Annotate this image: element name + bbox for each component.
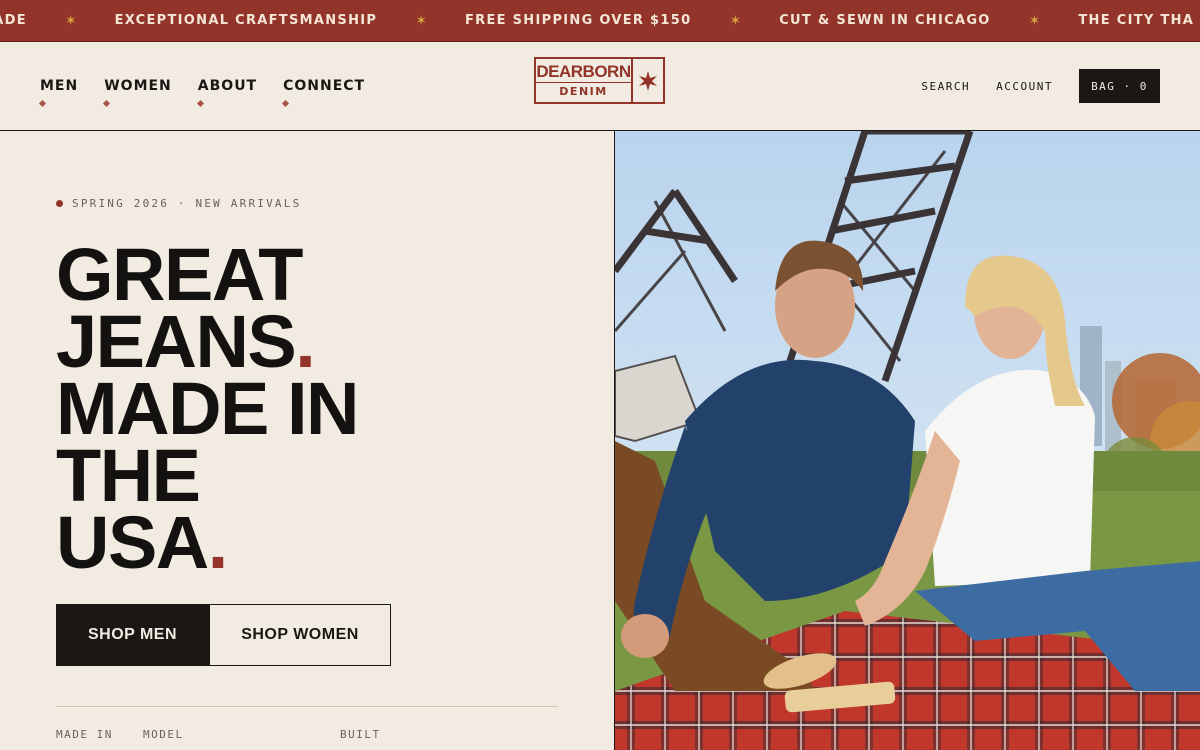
star-icon: ✶ — [415, 12, 427, 28]
hero-content: SPRING 2026 · NEW ARRIVALS GREAT JEANS. … — [0, 131, 614, 750]
bag-button[interactable]: BAG · 0 — [1079, 69, 1160, 103]
logo-word-dearborn: DEARBORN — [536, 62, 631, 83]
dot-icon — [56, 200, 63, 207]
nav-item-about[interactable]: ABOUT — [196, 78, 258, 108]
announcement-item: EXCEPTIONAL CRAFTSMANSHIP — [114, 13, 378, 28]
headline-line: THE — [56, 434, 201, 517]
six-point-star-icon — [633, 57, 665, 104]
headline-line: MADE IN — [56, 367, 359, 450]
logo-word-denim: DENIM — [559, 85, 608, 98]
headline-line: USA. — [56, 501, 228, 584]
nav-item-label: WOMEN — [104, 78, 172, 94]
photo-couple-picnic — [615, 131, 1200, 750]
account-link[interactable]: ACCOUNT — [996, 80, 1053, 93]
diamond-icon — [103, 99, 111, 108]
diamond-icon — [196, 99, 204, 108]
hero-image — [614, 131, 1200, 750]
nav-item-connect[interactable]: CONNECT — [282, 78, 366, 108]
eyebrow-text: SPRING 2026 · NEW ARRIVALS — [72, 197, 302, 210]
stat-label-model: MODEL — [143, 728, 184, 741]
hero-cta-group: SHOP MEN SHOP WOMEN — [56, 604, 391, 666]
announcement-item: CUT & SEWN IN CHICAGO — [779, 13, 991, 28]
announcement-item: MADE — [0, 13, 27, 28]
nav-item-label: MEN — [40, 78, 79, 94]
hero-eyebrow: SPRING 2026 · NEW ARRIVALS — [56, 197, 301, 210]
site-header: MEN WOMEN ABOUT CONNECT DEARBORN DENIM S… — [0, 42, 1200, 131]
brand-logo[interactable]: DEARBORN DENIM — [534, 57, 665, 104]
stat-label-made-in: MADE IN — [56, 728, 113, 741]
accent-period: . — [207, 501, 229, 584]
shop-women-button[interactable]: SHOP WOMEN — [209, 604, 391, 666]
headline-line: JEANS. — [56, 300, 316, 383]
nav-item-women[interactable]: WOMEN — [103, 78, 172, 108]
star-icon: ✶ — [1028, 12, 1041, 28]
announcement-item: THE CITY THA — [1078, 13, 1195, 28]
announcement-bar: MADE ✶ EXCEPTIONAL CRAFTSMANSHIP ✶ FREE … — [0, 0, 1200, 42]
announcement-item: FREE SHIPPING OVER $150 — [464, 13, 692, 28]
headline-line: GREAT — [56, 233, 304, 316]
diamond-icon — [282, 99, 290, 108]
primary-nav: MEN WOMEN ABOUT CONNECT — [38, 78, 366, 108]
header-actions: SEARCH ACCOUNT BAG · 0 — [921, 69, 1160, 103]
hero-headline: GREAT JEANS. MADE IN THE USA. — [56, 233, 556, 584]
divider — [56, 706, 558, 707]
stat-label-built: BUILT — [340, 728, 381, 741]
star-icon: ✶ — [64, 12, 77, 28]
nav-item-label: CONNECT — [283, 78, 366, 94]
search-link[interactable]: SEARCH — [921, 80, 970, 93]
star-icon: ✶ — [729, 12, 742, 28]
announcement-track: MADE ✶ EXCEPTIONAL CRAFTSMANSHIP ✶ FREE … — [0, 0, 1194, 41]
nav-item-men[interactable]: MEN — [38, 78, 79, 108]
logo-wordmark: DEARBORN DENIM — [534, 57, 633, 104]
shop-men-button[interactable]: SHOP MEN — [56, 604, 209, 666]
diamond-icon — [38, 99, 47, 108]
nav-item-label: ABOUT — [197, 78, 258, 94]
